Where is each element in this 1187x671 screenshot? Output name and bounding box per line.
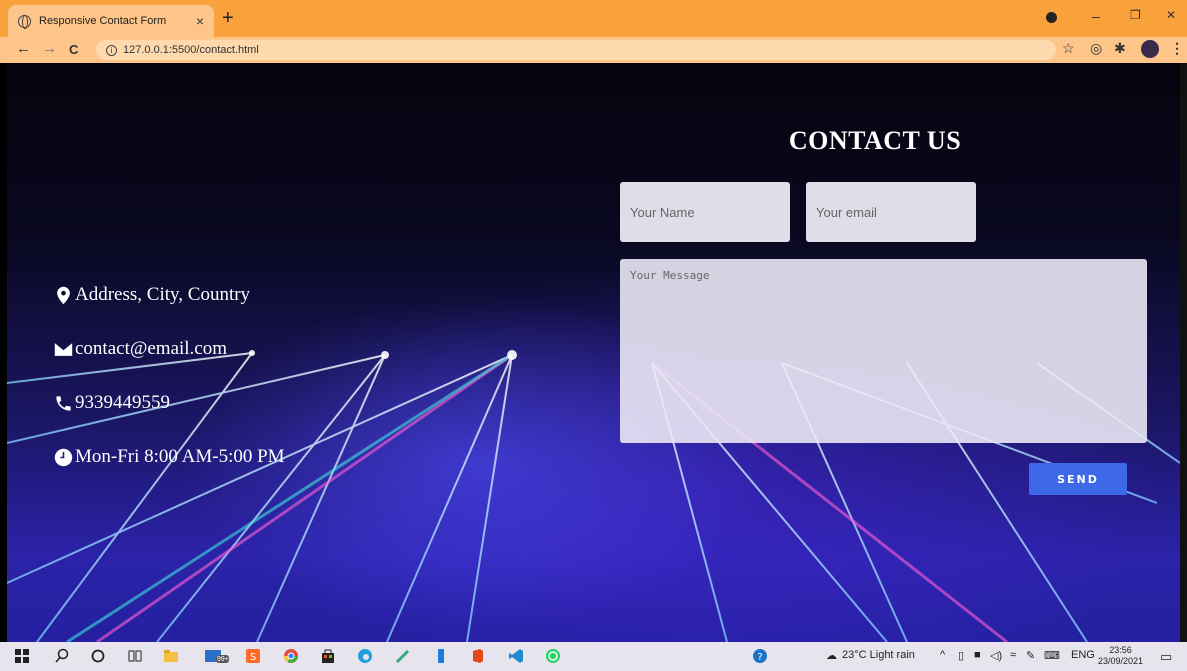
browser-tab-bar: Responsive Contact Form × + – ❐ ✕ xyxy=(0,0,1187,37)
browser-menu-icon[interactable]: ⋮ xyxy=(1170,40,1184,57)
address-text: Address, City, Country xyxy=(75,284,251,305)
hours-text: Mon-Fri 8:00 AM-5:00 PM xyxy=(75,446,285,467)
pen-tray-icon[interactable]: ✎ xyxy=(1026,649,1035,662)
weather-icon[interactable]: ☁ xyxy=(826,649,837,662)
weather-text[interactable]: 23°C Light rain xyxy=(842,649,915,661)
tab-title: Responsive Contact Form xyxy=(39,15,167,27)
task-view-icon[interactable] xyxy=(127,648,143,664)
form-title: CONTACT US xyxy=(788,126,962,155)
send-button[interactable]: SEND xyxy=(1029,463,1127,495)
bookmark-star-icon[interactable]: ☆ xyxy=(1062,40,1075,57)
phone-item: 9339449559 xyxy=(54,376,285,430)
svg-text:?: ? xyxy=(757,652,762,663)
url-text: 127.0.0.1:5500/contact.html xyxy=(123,44,259,56)
notification-icon[interactable]: ▭ xyxy=(1160,649,1172,665)
tray-expand-icon[interactable]: ^ xyxy=(940,649,945,661)
address-item: Address, City, Country xyxy=(54,268,285,322)
edge-icon[interactable] xyxy=(357,648,373,664)
page-scrollbar[interactable] xyxy=(1180,63,1187,642)
svg-text:S: S xyxy=(250,652,256,663)
info-icon[interactable]: i xyxy=(106,44,117,56)
search-icon[interactable] xyxy=(54,648,70,664)
vscode-icon[interactable] xyxy=(508,648,524,664)
map-pin-icon xyxy=(57,286,70,304)
store-icon[interactable] xyxy=(320,648,336,664)
language-indicator[interactable]: ENG xyxy=(1071,649,1095,661)
sublime-icon[interactable]: S xyxy=(245,648,261,664)
puzzle-icon[interactable]: ✱ xyxy=(1114,40,1126,57)
pen-icon[interactable] xyxy=(395,648,411,664)
contact-info-list: Address, City, Country contact@email.com… xyxy=(54,268,285,484)
hours-item: Mon-Fri 8:00 AM-5:00 PM xyxy=(54,430,285,484)
url-field[interactable]: i 127.0.0.1:5500/contact.html xyxy=(96,40,1056,60)
phone-link-icon[interactable] xyxy=(433,648,449,664)
windows-start-icon[interactable] xyxy=(14,648,30,664)
record-icon[interactable] xyxy=(1046,12,1057,23)
clock-icon xyxy=(54,448,73,466)
forward-button[interactable]: → xyxy=(42,40,57,57)
tab-close-button[interactable]: × xyxy=(196,13,204,29)
email-text: contact@email.com xyxy=(75,338,228,359)
phone-text: 9339449559 xyxy=(75,392,170,413)
email-input[interactable] xyxy=(806,182,976,242)
message-textarea[interactable] xyxy=(620,259,1147,443)
reload-button[interactable]: C xyxy=(69,42,78,57)
clock-time: 23:56 xyxy=(1109,645,1132,655)
cortana-icon[interactable] xyxy=(90,648,106,664)
minimize-button[interactable]: – xyxy=(1092,8,1100,24)
tray-app-icon[interactable]: ▯ xyxy=(958,649,964,662)
window-close-button[interactable]: ✕ xyxy=(1166,8,1176,22)
phone-icon xyxy=(56,395,71,411)
mail-badge: 99+ xyxy=(217,656,229,663)
back-button[interactable]: ← xyxy=(16,40,31,57)
taskbar-clock[interactable]: 23:56 23/09/2021 xyxy=(1098,645,1143,667)
email-item: contact@email.com xyxy=(54,322,285,376)
office-icon[interactable] xyxy=(470,648,486,664)
browser-tab[interactable]: Responsive Contact Form × xyxy=(8,5,214,37)
chrome-icon[interactable] xyxy=(283,648,299,664)
profile-avatar[interactable] xyxy=(1141,40,1159,58)
tray-camera-icon[interactable]: ■ xyxy=(974,649,981,661)
extension-icon[interactable]: ◎ xyxy=(1090,40,1102,57)
clock-date: 23/09/2021 xyxy=(1098,656,1144,666)
whatsapp-icon[interactable] xyxy=(545,648,561,664)
help-icon[interactable]: ? xyxy=(752,648,768,664)
name-input[interactable] xyxy=(620,182,790,242)
globe-icon xyxy=(18,14,31,29)
envelope-icon xyxy=(54,342,73,356)
file-explorer-icon[interactable] xyxy=(163,648,179,664)
maximize-button[interactable]: ❐ xyxy=(1130,8,1141,22)
volume-icon[interactable]: ◁) xyxy=(990,649,1002,662)
new-tab-button[interactable]: + xyxy=(222,7,234,30)
wifi-icon[interactable]: ≈ xyxy=(1010,649,1016,661)
keyboard-icon[interactable]: ⌨ xyxy=(1044,649,1060,662)
